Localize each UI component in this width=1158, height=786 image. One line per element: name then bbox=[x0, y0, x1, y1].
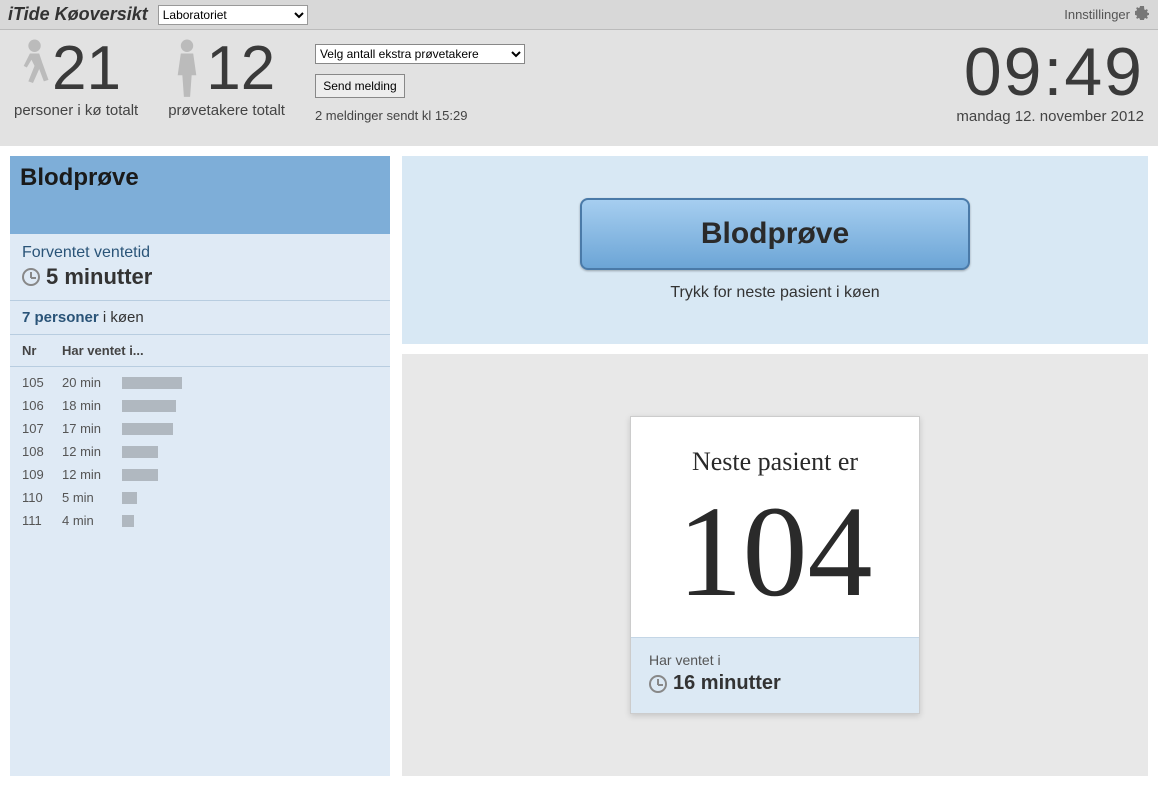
expected-wait-box: Forventet ventetid 5 minutter bbox=[10, 234, 390, 300]
queue-row-bar bbox=[122, 400, 378, 412]
queue-row: 10618 min bbox=[10, 394, 390, 417]
col-wait-header: Har ventet i... bbox=[62, 343, 378, 358]
patient-card-bottom: Har ventet i 16 minutter bbox=[631, 637, 919, 713]
queue-row-bar bbox=[122, 515, 378, 527]
call-next-hint: Trykk for neste pasient i køen bbox=[670, 284, 879, 302]
stat-takers-total: 12 prøvetakere totalt bbox=[168, 38, 285, 119]
clock-block: 09:49 mandag 12. november 2012 bbox=[956, 38, 1144, 125]
extra-takers-select[interactable]: Velg antall ekstra prøvetakere bbox=[315, 44, 525, 64]
expected-wait-value: 5 minutter bbox=[22, 264, 378, 290]
queue-row: 10912 min bbox=[10, 463, 390, 486]
queue-row-time: 20 min bbox=[62, 375, 122, 390]
expected-wait-label: Forventet ventetid bbox=[22, 244, 378, 262]
queue-row-bar bbox=[122, 377, 378, 389]
queue-title: Blodprøve bbox=[20, 164, 380, 192]
queue-row-nr: 107 bbox=[22, 421, 62, 436]
queue-row-time: 5 min bbox=[62, 490, 122, 505]
queue-row: 10812 min bbox=[10, 440, 390, 463]
message-status: 2 meldinger sendt kl 15:29 bbox=[315, 108, 525, 123]
stats-bar: 21 personer i kø totalt 12 prøvetakere t… bbox=[0, 30, 1158, 146]
queue-row-bar bbox=[122, 492, 378, 504]
queue-row-nr: 109 bbox=[22, 467, 62, 482]
patient-display-box: Neste pasient er 104 Har ventet i 16 min… bbox=[402, 354, 1148, 776]
location-select[interactable]: Laboratoriet bbox=[158, 5, 308, 25]
queue-row-bar bbox=[122, 446, 378, 458]
call-next-button[interactable]: Blodprøve bbox=[580, 198, 970, 270]
queue-count: 7 personer i køen bbox=[10, 300, 390, 335]
queue-panel: Blodprøve Forventet ventetid 5 minutter … bbox=[10, 156, 390, 776]
gear-icon bbox=[1134, 5, 1150, 24]
top-bar: iTide Køoversikt Laboratoriet Innstillin… bbox=[0, 0, 1158, 30]
controls-block: Velg antall ekstra prøvetakere Send meld… bbox=[315, 44, 525, 123]
main-content: Blodprøve Forventet ventetid 5 minutter … bbox=[0, 146, 1158, 786]
queue-row-nr: 105 bbox=[22, 375, 62, 390]
clock-date: mandag 12. november 2012 bbox=[956, 108, 1144, 125]
queue-total-number: 21 bbox=[52, 38, 121, 100]
settings-label: Innstillinger bbox=[1064, 7, 1130, 22]
queue-row-time: 12 min bbox=[62, 467, 122, 482]
queue-row-time: 4 min bbox=[62, 513, 122, 528]
next-patient-number: 104 bbox=[649, 487, 901, 617]
queue-row-time: 17 min bbox=[62, 421, 122, 436]
queue-row-time: 12 min bbox=[62, 444, 122, 459]
col-nr-header: Nr bbox=[22, 343, 62, 358]
queue-row-bar bbox=[122, 423, 378, 435]
clock-icon bbox=[22, 268, 40, 286]
next-patient-label: Neste pasient er bbox=[649, 447, 901, 477]
queue-row-nr: 111 bbox=[22, 513, 62, 528]
takers-total-number: 12 bbox=[206, 38, 275, 100]
stat-queue-total: 21 personer i kø totalt bbox=[14, 38, 138, 119]
app-title: iTide Køoversikt bbox=[8, 4, 148, 25]
takers-total-label: prøvetakere totalt bbox=[168, 102, 285, 119]
queue-row-time: 18 min bbox=[62, 398, 122, 413]
clock-icon bbox=[649, 675, 667, 693]
queue-rows: 10520 min10618 min10717 min10812 min1091… bbox=[10, 367, 390, 536]
queue-header: Blodprøve bbox=[10, 156, 390, 234]
walking-person-icon bbox=[14, 38, 52, 100]
queue-table-header: Nr Har ventet i... bbox=[10, 335, 390, 367]
settings-link[interactable]: Innstillinger bbox=[1064, 5, 1150, 24]
patient-card-top: Neste pasient er 104 bbox=[631, 417, 919, 637]
queue-row-nr: 108 bbox=[22, 444, 62, 459]
queue-row-bar bbox=[122, 469, 378, 481]
queue-row: 10717 min bbox=[10, 417, 390, 440]
person-icon bbox=[168, 38, 206, 100]
patient-card: Neste pasient er 104 Har ventet i 16 min… bbox=[630, 416, 920, 714]
queue-row-nr: 110 bbox=[22, 490, 62, 505]
queue-row: 1114 min bbox=[10, 509, 390, 532]
queue-row-nr: 106 bbox=[22, 398, 62, 413]
right-panel: Blodprøve Trykk for neste pasient i køen… bbox=[402, 156, 1148, 776]
queue-row: 10520 min bbox=[10, 371, 390, 394]
queue-total-label: personer i kø totalt bbox=[14, 102, 138, 119]
clock-time: 09:49 bbox=[956, 38, 1144, 106]
send-message-button[interactable]: Send melding bbox=[315, 74, 405, 98]
queue-row: 1105 min bbox=[10, 486, 390, 509]
call-next-box: Blodprøve Trykk for neste pasient i køen bbox=[402, 156, 1148, 344]
patient-wait-label: Har ventet i bbox=[649, 652, 901, 668]
patient-wait-value: 16 minutter bbox=[649, 672, 901, 695]
